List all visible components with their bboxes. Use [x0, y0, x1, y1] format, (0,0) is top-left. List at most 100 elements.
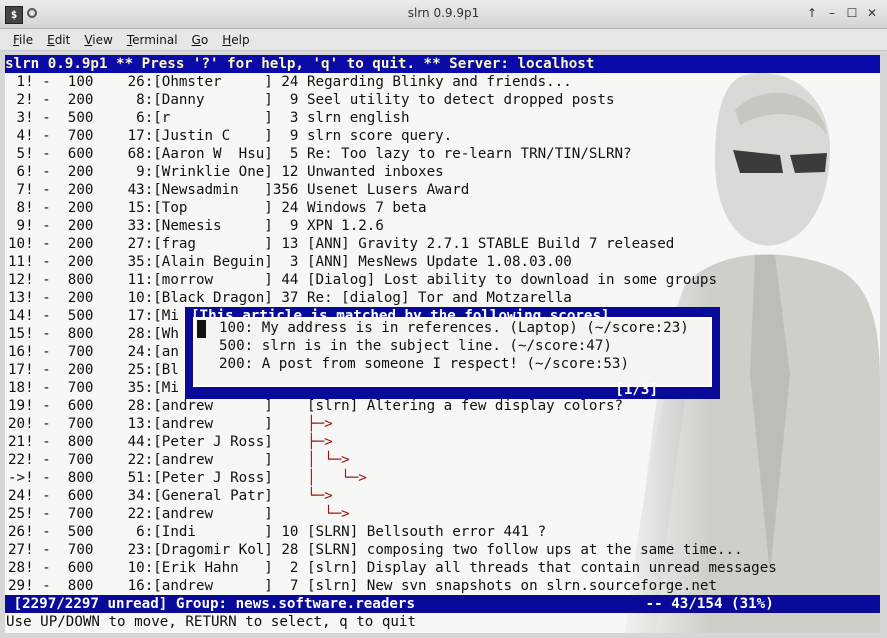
article-author: Peter J Ross [161, 470, 265, 486]
article-row[interactable]: 21! - 800 44:[Peter J Ross] ├─> [8, 433, 333, 451]
article-author: Top [161, 200, 265, 216]
article-lines: 13 [127, 416, 145, 432]
article-score: 700 [59, 128, 94, 144]
thread-count: 3 [272, 254, 299, 270]
menu-help[interactable]: Help [215, 29, 256, 50]
article-row[interactable]: 2! - 200 8:[Danny ] 9 Seel utility to de… [8, 91, 615, 109]
article-number: 28 [8, 560, 26, 576]
score-rule-line[interactable]: 200: A post from someone I respect! (~/s… [219, 355, 629, 373]
article-number: 5 [8, 146, 26, 162]
article-flag: ! [25, 182, 34, 198]
article-score: 100 [59, 74, 94, 90]
article-author: Dragomir Kol [161, 542, 265, 558]
thread-count: 28 [272, 542, 299, 558]
article-row[interactable]: 25! - 700 22:[andrew ] └─> [8, 505, 350, 523]
article-subject: [slrn] Altering a few display colors? [298, 398, 624, 414]
article-row[interactable]: 14! - 500 17:[Mi [8, 307, 179, 325]
article-row[interactable]: 4! - 700 17:[Justin C ] 9 slrn score que… [8, 127, 453, 145]
article-lines: 15 [127, 200, 145, 216]
article-flag: ! [25, 578, 34, 594]
article-score: 700 [59, 452, 94, 468]
window-title: slrn 0.9.9p1 [407, 6, 480, 20]
article-number: 24 [8, 488, 26, 504]
article-row[interactable]: 1! - 100 26:[Ohmster ] 24 Regarding Blin… [8, 73, 572, 91]
text-cursor [197, 320, 206, 338]
article-flag: ! [25, 164, 34, 180]
article-row[interactable]: 7! - 200 43:[Newsadmin ]356 Usenet Luser… [8, 181, 470, 199]
article-flag: ! [25, 308, 34, 324]
article-flag: ! [25, 524, 34, 540]
group-status-bar: [2297/2297 unread] Group: news.software.… [5, 595, 880, 613]
article-score: 700 [59, 380, 94, 396]
article-subject: Usenet Lusers Award [298, 182, 470, 198]
article-author: Mi [161, 380, 179, 396]
score-rule-line[interactable]: 500: slrn is in the subject line. (~/sco… [219, 337, 612, 355]
article-score: 200 [59, 182, 94, 198]
score-match-popup[interactable]: [This article is matched by the followin… [185, 307, 720, 399]
menu-edit[interactable]: Edit [40, 29, 77, 50]
article-row[interactable]: 8! - 200 15:[Top ] 24 Windows 7 beta [8, 199, 427, 217]
article-author: Justin C [161, 128, 265, 144]
article-flag: ! [25, 254, 34, 270]
article-subject: Windows 7 beta [298, 200, 427, 216]
article-row[interactable]: 27! - 700 23:[Dragomir Kol] 28 [SLRN] co… [8, 541, 743, 559]
article-author: andrew [161, 398, 265, 414]
article-row[interactable]: 28! - 600 10:[Erik Hahn ] 2 [slrn] Displ… [8, 559, 777, 577]
article-flag: ! [25, 290, 34, 306]
article-row[interactable]: 16! - 700 24:[an [8, 343, 179, 361]
menu-go[interactable]: Go [185, 29, 216, 50]
minimize-icon[interactable]: – [825, 5, 839, 21]
article-author: Wrinklie One [161, 164, 265, 180]
article-row[interactable]: 19! - 600 28:[andrew ] [slrn] Altering a… [8, 397, 623, 415]
article-author: Aaron W Hsu [161, 146, 265, 162]
article-row[interactable]: 5! - 600 68:[Aaron W Hsu] 5 Re: Too lazy… [8, 145, 632, 163]
article-score: 500 [59, 110, 94, 126]
article-lines: 17 [127, 308, 145, 324]
score-rule-line[interactable]: 100: My address is in references. (Lapto… [219, 319, 689, 337]
article-flag: ! [25, 470, 34, 486]
article-row[interactable]: 20! - 700 13:[andrew ] ├─> [8, 415, 333, 433]
menu-terminal[interactable]: Terminal [120, 29, 185, 50]
article-row[interactable]: 13! - 200 10:[Black Dragon] 37 Re: [dial… [8, 289, 572, 307]
article-row[interactable]: 24! - 600 34:[General Patr] └─> [8, 487, 333, 505]
article-number: 3 [8, 110, 26, 126]
article-row[interactable]: 11! - 200 35:[Alain Beguin] 3 [ANN] MesN… [8, 253, 572, 271]
article-lines: 28 [127, 326, 145, 342]
article-lines: 17 [127, 128, 145, 144]
article-row[interactable]: 29! - 800 16:[andrew ] 7 [slrn] New svn … [8, 577, 717, 595]
article-row[interactable]: 26! - 500 6:[Indi ] 10 [SLRN] Bellsouth … [8, 523, 546, 541]
article-row[interactable]: 12! - 800 11:[morrow ] 44 [Dialog] Lost … [8, 271, 717, 289]
article-row[interactable]: 17! - 200 25:[Bl [8, 361, 179, 379]
menu-file[interactable]: File [6, 29, 40, 50]
article-number: 29 [8, 578, 26, 594]
thread-tree: └─> [298, 506, 350, 522]
article-row[interactable]: 18! - 700 35:[Mi [8, 379, 179, 397]
article-row[interactable]: 15! - 800 28:[Wh [8, 325, 179, 343]
maximize-icon[interactable]: ☐ [845, 5, 859, 21]
shade-up-icon[interactable]: ↑ [805, 5, 819, 21]
article-lines: 28 [127, 398, 145, 414]
article-number: 14 [8, 308, 26, 324]
close-icon[interactable]: ✕ [865, 5, 879, 21]
article-number: 1 [8, 74, 26, 90]
article-author: an [161, 344, 179, 360]
article-lines: 34 [127, 488, 145, 504]
article-row-current[interactable]: ->! - 800 51:[Peter J Ross] │ └─> [8, 469, 367, 487]
article-lines: 11 [127, 272, 145, 288]
article-row[interactable]: 3! - 500 6:[r ] 3 slrn english [8, 109, 410, 127]
thread-count: 5 [272, 146, 299, 162]
menu-view[interactable]: View [77, 29, 119, 50]
article-row[interactable]: 6! - 200 9:[Wrinklie One] 12 Unwanted in… [8, 163, 444, 181]
article-lines: 23 [127, 542, 145, 558]
article-lines: 6 [127, 110, 145, 126]
terminal-area[interactable]: slrn 0.9.9p1 ** Press '?' for help, 'q' … [5, 55, 880, 633]
article-row[interactable]: 22! - 700 22:[andrew ] │ └─> [8, 451, 350, 469]
article-author: frag [161, 236, 265, 252]
thread-count: 356 [272, 182, 299, 198]
article-number: 21 [8, 434, 26, 450]
article-author: morrow [161, 272, 265, 288]
article-row[interactable]: 10! - 200 27:[frag ] 13 [ANN] Gravity 2.… [8, 235, 674, 253]
article-score: 700 [59, 542, 94, 558]
article-author: Peter J Ross [161, 434, 265, 450]
article-row[interactable]: 9! - 200 33:[Nemesis ] 9 XPN 1.2.6 [8, 217, 384, 235]
